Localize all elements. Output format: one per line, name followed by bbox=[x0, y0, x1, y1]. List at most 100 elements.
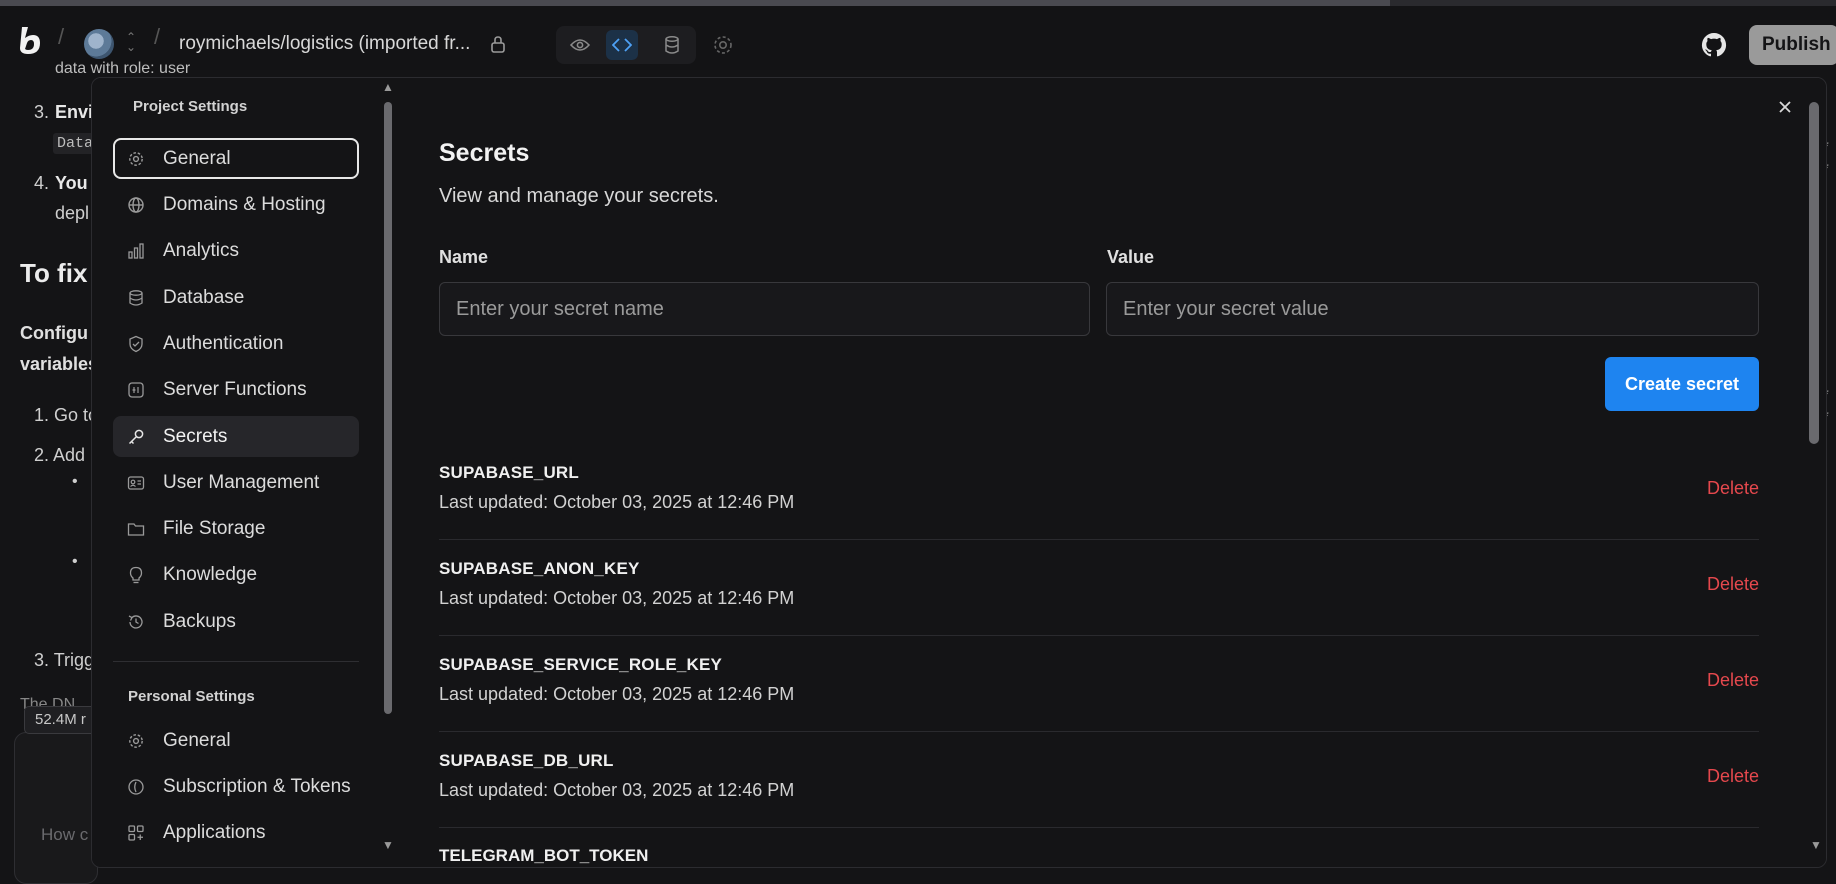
gear-icon bbox=[129, 151, 143, 166]
secret-updated: Last updated: October 03, 2025 at 12:46 … bbox=[439, 684, 795, 704]
page-subtitle: View and manage your secrets. bbox=[439, 185, 719, 207]
sidebar-item-label: Domains & Hosting bbox=[163, 193, 326, 215]
sidebar-item-label: Analytics bbox=[163, 239, 240, 261]
sidebar-item-general[interactable]: General bbox=[113, 138, 359, 179]
secret-updated: Last updated: October 03, 2025 at 12:46 … bbox=[439, 492, 795, 512]
sidebar-item-domains-hosting[interactable]: Domains & Hosting bbox=[113, 184, 359, 225]
sidebar-item-secrets[interactable]: Secrets bbox=[113, 416, 359, 457]
secret-row: SUPABASE_ANON_KEY Last updated: October … bbox=[439, 539, 1759, 636]
sidebar-item-label: Database bbox=[163, 286, 245, 308]
secret-row: SUPABASE_URL Last updated: October 03, 2… bbox=[439, 443, 1759, 540]
code-view-icon[interactable] bbox=[606, 30, 638, 60]
name-field-label: Name bbox=[439, 247, 489, 267]
secret-value-input[interactable] bbox=[1106, 282, 1759, 336]
database-view-icon[interactable] bbox=[656, 30, 688, 60]
bg-chat-text: 3. bbox=[34, 102, 50, 122]
bg-chat-text: depl bbox=[55, 203, 90, 223]
scroll-down-arrow-icon[interactable]: ▼ bbox=[382, 838, 394, 852]
database-icon bbox=[129, 289, 143, 306]
sidebar-item-personal-general[interactable]: General bbox=[113, 720, 359, 761]
bg-chat-text: data with role: user bbox=[55, 60, 191, 77]
sidebar-divider bbox=[113, 661, 359, 662]
delete-secret-button[interactable]: Delete bbox=[1707, 670, 1759, 691]
sidebar-item-label: Backups bbox=[163, 610, 236, 632]
secret-name-input[interactable] bbox=[439, 282, 1090, 336]
value-field-label: Value bbox=[1107, 247, 1155, 267]
content-scroll-thumb[interactable] bbox=[1809, 102, 1819, 444]
history-icon bbox=[128, 614, 143, 629]
sidebar-item-subscription-tokens[interactable]: Subscription & Tokens bbox=[113, 766, 359, 807]
project-settings-title: Project Settings bbox=[133, 98, 248, 115]
bg-chat-text: 4. bbox=[34, 173, 50, 193]
sidebar-item-label: Applications bbox=[163, 821, 266, 843]
secret-name: SUPABASE_URL bbox=[439, 463, 579, 482]
sidebar-scroll-thumb[interactable] bbox=[384, 102, 392, 714]
function-icon bbox=[128, 381, 144, 398]
delete-secret-button[interactable]: Delete bbox=[1707, 478, 1759, 499]
secret-updated: Last updated: October 03, 2025 at 12:46 … bbox=[439, 780, 795, 800]
gear-icon bbox=[129, 733, 143, 748]
sidebar-item-user-management[interactable]: User Management bbox=[113, 462, 359, 503]
sidebar-item-database[interactable]: Database bbox=[113, 277, 359, 318]
shield-icon bbox=[129, 335, 143, 352]
secret-name: SUPABASE_ANON_KEY bbox=[439, 559, 640, 578]
id-card-icon bbox=[127, 475, 145, 490]
sidebar-item-analytics[interactable]: Analytics bbox=[113, 230, 359, 271]
bg-chat-bullet: • bbox=[72, 553, 78, 570]
github-icon[interactable] bbox=[1700, 31, 1728, 59]
sidebar-item-knowledge[interactable]: Knowledge bbox=[113, 554, 359, 595]
sidebar-scrollbar[interactable]: ▲ ▼ bbox=[380, 78, 404, 867]
scroll-down-arrow-icon[interactable]: ▼ bbox=[1810, 838, 1822, 852]
publish-button[interactable]: Publish bbox=[1749, 25, 1836, 65]
create-secret-button[interactable]: Create secret bbox=[1605, 357, 1759, 411]
delete-secret-button[interactable]: Delete bbox=[1707, 766, 1759, 787]
settings-sidebar: Project Settings General Domains & Hosti… bbox=[92, 78, 380, 867]
breadcrumb-separator: / bbox=[154, 24, 161, 49]
sidebar-item-file-storage[interactable]: File Storage bbox=[113, 508, 359, 549]
content-scrollbar[interactable]: ▼ bbox=[1804, 78, 1826, 867]
bar-chart-icon bbox=[128, 242, 144, 259]
sidebar-item-label: Server Functions bbox=[163, 378, 307, 400]
sidebar-item-authentication[interactable]: Authentication bbox=[113, 323, 359, 364]
secret-updated: Last updated: October 03, 2025 at 12:46 … bbox=[439, 588, 795, 608]
bg-chat-bullet: • bbox=[72, 473, 78, 490]
sidebar-item-label: Knowledge bbox=[163, 563, 258, 585]
workspace-switcher-icon[interactable]: ⌃ ⌄ bbox=[126, 31, 136, 53]
secret-name-partial: TELEGRAM_BOT_TOKEN bbox=[439, 846, 649, 865]
bg-chat-input-panel[interactable]: How c bbox=[14, 732, 98, 884]
bg-chat-text: Configu bbox=[20, 323, 88, 343]
apps-icon bbox=[128, 824, 144, 841]
key-icon bbox=[128, 429, 144, 444]
project-name[interactable]: roymichaels/logistics (imported fr... bbox=[179, 33, 470, 55]
lightbulb-icon bbox=[129, 566, 143, 583]
sidebar-item-label: Authentication bbox=[163, 332, 284, 354]
workspace-avatar[interactable] bbox=[84, 29, 114, 59]
breadcrumb-separator: / bbox=[58, 24, 65, 49]
bg-chat-heading: To fix bbox=[20, 258, 88, 288]
sidebar-item-label: Secrets bbox=[163, 425, 228, 447]
preview-eye-icon[interactable] bbox=[564, 30, 596, 60]
delete-secret-button[interactable]: Delete bbox=[1707, 574, 1759, 595]
bg-chat-text: You bbox=[55, 173, 88, 193]
sidebar-item-label: User Management bbox=[163, 471, 320, 493]
bg-token-pill: 52.4M r bbox=[24, 706, 98, 734]
bg-chat-input-placeholder: How c bbox=[41, 825, 89, 844]
sidebar-item-label: General bbox=[163, 729, 231, 751]
secret-name: SUPABASE_SERVICE_ROLE_KEY bbox=[439, 655, 723, 674]
bg-chat-text: Envi bbox=[55, 102, 94, 122]
sidebar-item-label: Subscription & Tokens bbox=[163, 775, 351, 797]
secret-name: SUPABASE_DB_URL bbox=[439, 751, 614, 770]
page-title: Secrets bbox=[439, 139, 530, 167]
settings-gear-icon[interactable] bbox=[711, 33, 735, 57]
close-button[interactable] bbox=[1773, 95, 1797, 119]
sidebar-item-label: General bbox=[163, 147, 231, 169]
bg-token-count: 52.4M r bbox=[35, 711, 86, 728]
scroll-up-arrow-icon[interactable]: ▲ bbox=[382, 80, 394, 94]
sidebar-item-label: File Storage bbox=[163, 517, 266, 539]
sidebar-item-applications[interactable]: Applications bbox=[113, 812, 359, 853]
secret-row: SUPABASE_SERVICE_ROLE_KEY Last updated: … bbox=[439, 635, 1759, 732]
bg-chat-text: 3. Trigg bbox=[34, 650, 95, 670]
sidebar-item-server-functions[interactable]: Server Functions bbox=[113, 369, 359, 410]
app-logo-icon[interactable] bbox=[16, 24, 46, 58]
sidebar-item-backups[interactable]: Backups bbox=[113, 601, 359, 642]
